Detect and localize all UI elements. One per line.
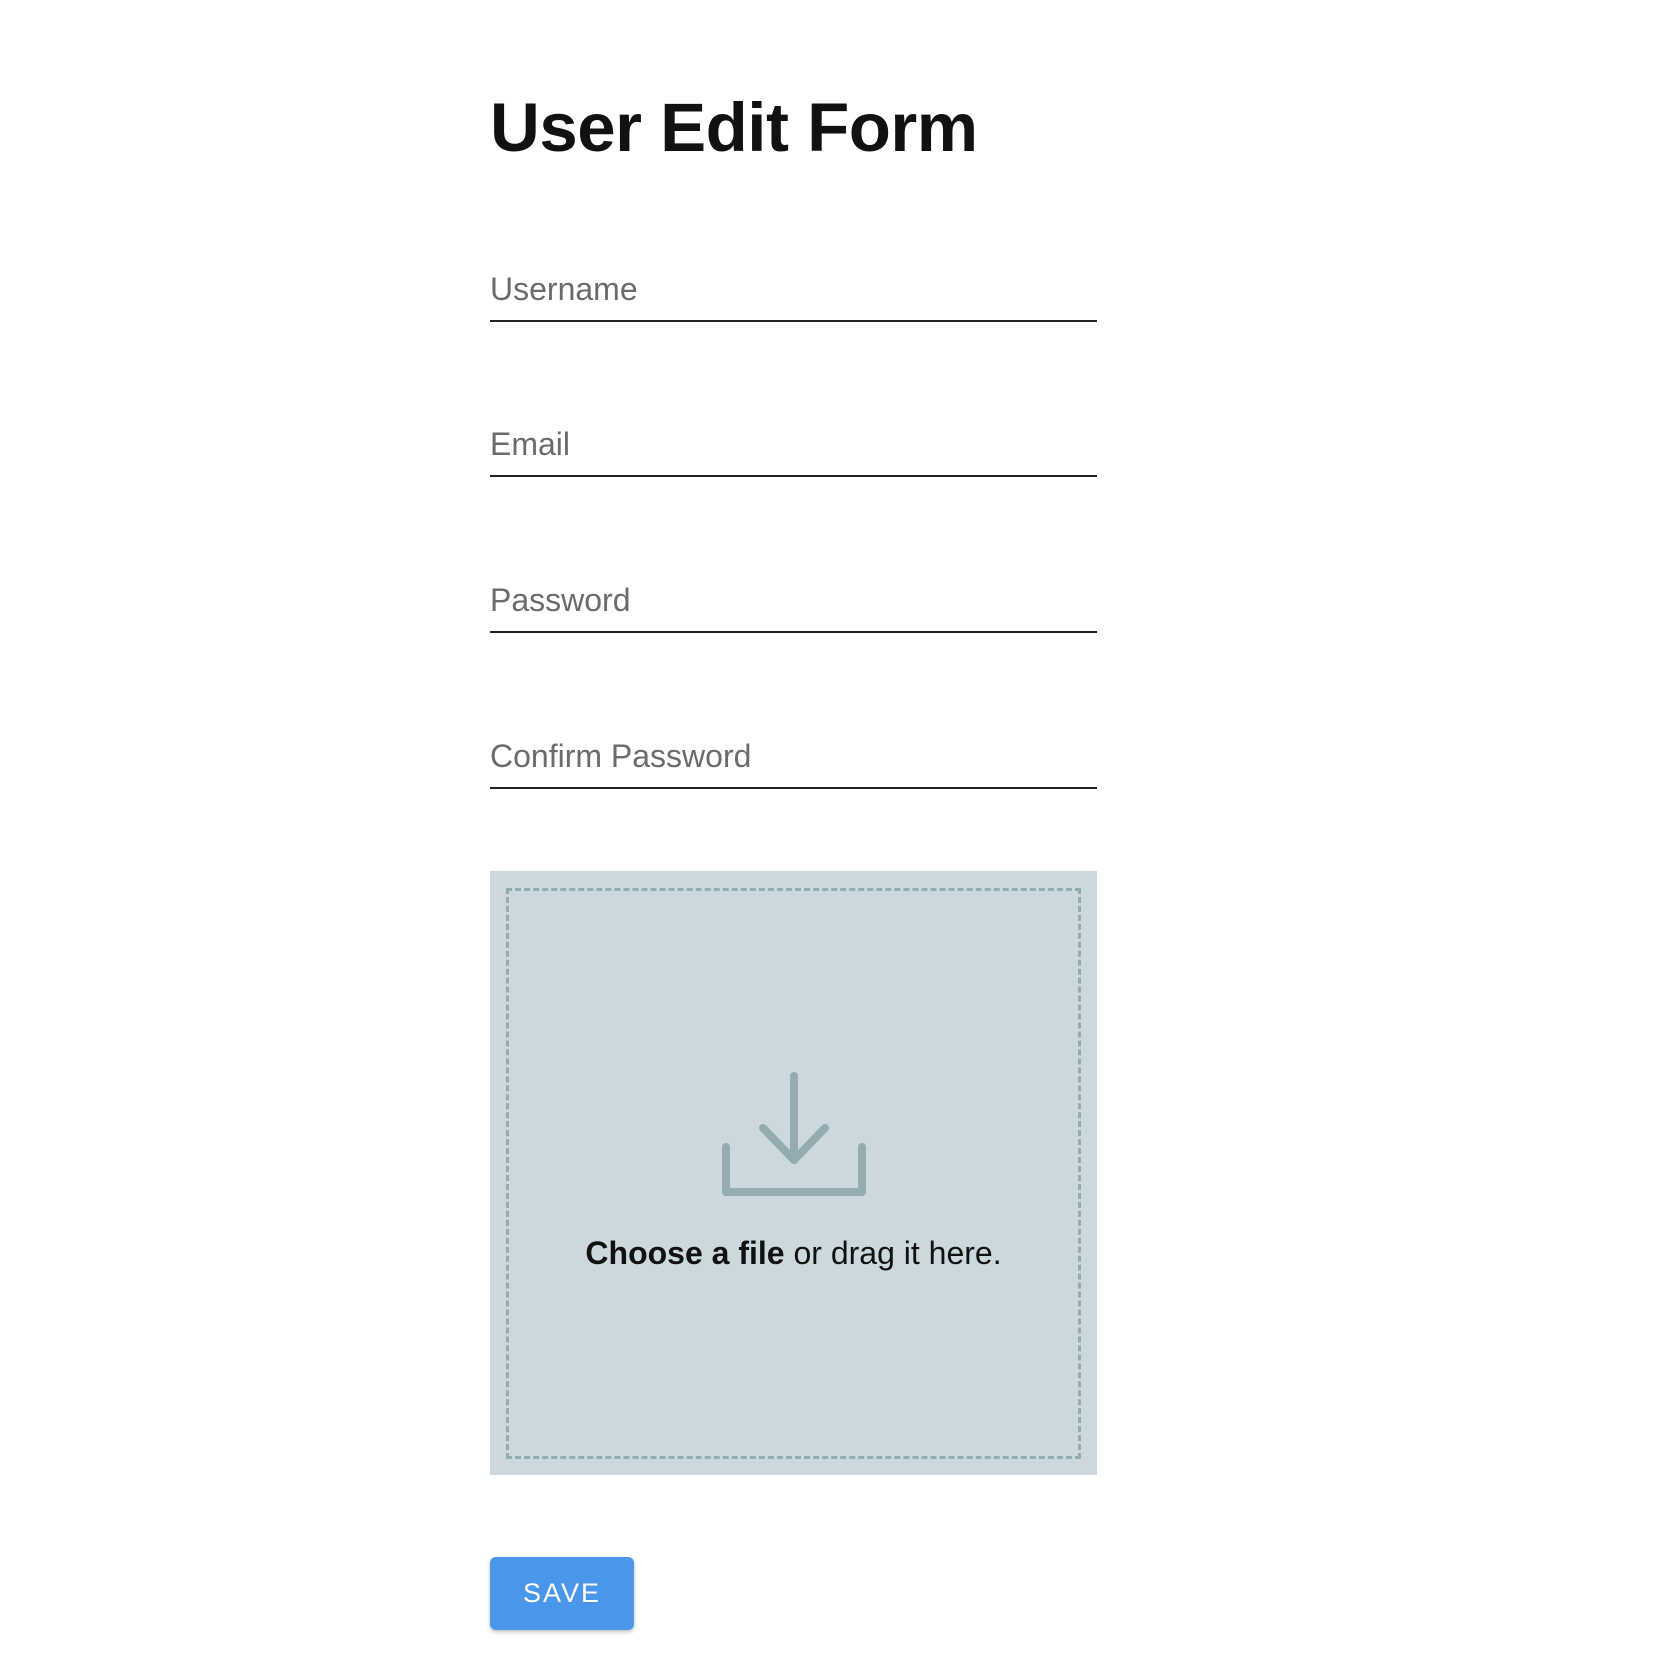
page-title: User Edit Form [490, 89, 978, 166]
email-field-wrapper [490, 405, 1097, 477]
dropzone-instructions: Choose a file or drag it here. [490, 1235, 1097, 1272]
email-field[interactable] [490, 426, 1097, 463]
username-field-wrapper [490, 250, 1097, 322]
password-field[interactable] [490, 582, 1097, 619]
password-field-wrapper [490, 561, 1097, 633]
choose-file-link[interactable]: Choose a file [585, 1235, 784, 1271]
save-button[interactable]: SAVE [490, 1557, 634, 1630]
file-dropzone[interactable]: Choose a file or drag it here. [490, 871, 1097, 1475]
username-field[interactable] [490, 271, 1097, 308]
download-tray-icon [722, 1072, 866, 1196]
drag-hint-text: or drag it here. [784, 1235, 1002, 1271]
confirm-password-field-wrapper [490, 717, 1097, 789]
confirm-password-field[interactable] [490, 738, 1097, 775]
